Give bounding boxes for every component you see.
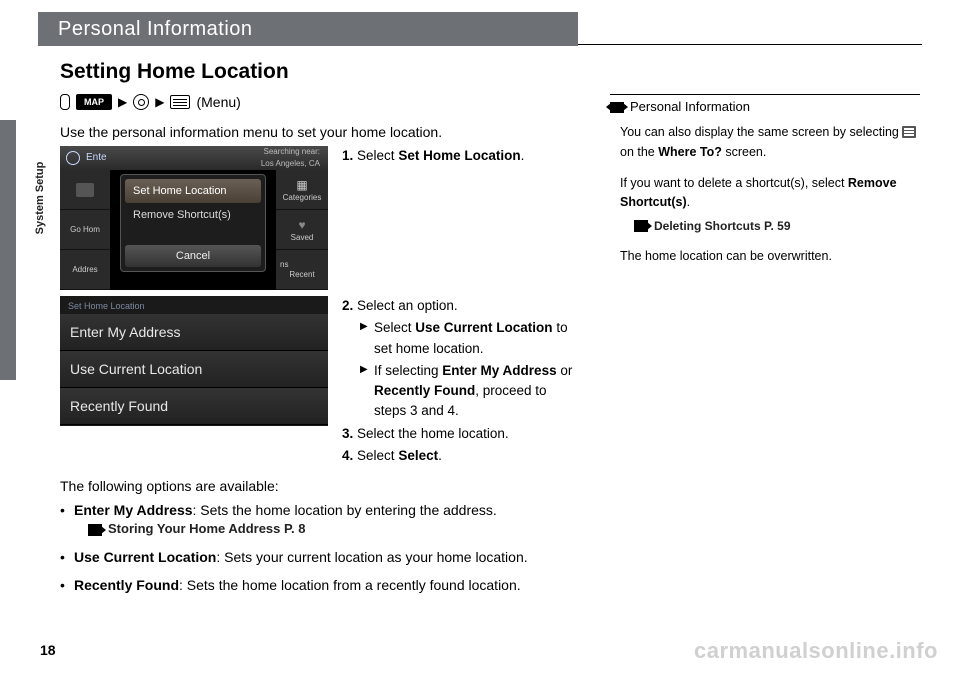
option-1-text: : Sets the home location by entering the…: [193, 502, 497, 518]
knob-icon: [60, 94, 70, 110]
categories-label: Categories: [283, 193, 322, 202]
shot2-head: Set Home Location: [60, 296, 328, 314]
step-2-num: 2.: [342, 298, 353, 313]
recent-ns: ns: [280, 260, 288, 269]
screenshot-popup: Ente Searching near: Los Angeles, CA Go …: [60, 146, 328, 290]
search-hint-1: Searching near:: [261, 146, 320, 158]
map-button-icon: MAP: [76, 94, 112, 110]
breadcrumb: MAP ▶ ▶ (Menu): [60, 94, 580, 110]
option-use-current: Use Current Location: Sets your current …: [60, 547, 580, 567]
intro-text: Use the personal information menu to set…: [60, 124, 580, 140]
step-2b-pre: If selecting: [374, 363, 442, 378]
chapter-title: Personal Information: [38, 12, 578, 46]
step-4-end: .: [438, 448, 442, 463]
popup-menu: Set Home Location Remove Shortcut(s) Can…: [120, 174, 266, 272]
step-2a-pre: Select: [374, 320, 415, 335]
xref-icon: [634, 220, 648, 232]
notes-p2a: If you want to delete a shortcut(s), sel…: [620, 176, 848, 190]
notes-head-icon: [610, 102, 624, 113]
step-2a-bold: Use Current Location: [415, 320, 552, 335]
recent-label: Recent: [289, 270, 314, 279]
notes-p2: If you want to delete a shortcut(s), sel…: [620, 174, 920, 213]
notes-p2c: .: [687, 195, 690, 209]
go-home-label: Go Hom: [70, 225, 100, 234]
heart-icon: ♥: [298, 218, 305, 232]
step-4-pre: Select: [357, 448, 398, 463]
notes-p1c: Where To?: [658, 145, 722, 159]
xref-1-label: Storing Your Home Address: [108, 521, 280, 536]
side-tab-label: System Setup: [34, 148, 46, 248]
notes-heading: Personal Information: [610, 94, 920, 117]
section-title: Setting Home Location: [60, 60, 580, 84]
step-2b-mid: or: [557, 363, 573, 378]
step-4-num: 4.: [342, 448, 353, 463]
page-number: 18: [40, 642, 56, 658]
watermark: carmanualsonline.info: [694, 638, 938, 664]
shot2-use-current[interactable]: Use Current Location: [60, 351, 328, 388]
hamburger-icon: [902, 126, 916, 138]
step-4-bold: Select: [398, 448, 438, 463]
screenshot-set-home: Set Home Location Enter My Address Use C…: [60, 296, 328, 426]
xref-storing-home: Storing Your Home Address P. 8: [88, 520, 580, 539]
notes-p1: You can also display the same screen by …: [620, 123, 920, 162]
address-label: Addres: [72, 265, 97, 274]
option-3-bold: Recently Found: [74, 577, 179, 593]
option-enter-address: Enter My Address: Sets the home location…: [60, 500, 580, 539]
step-2b-b1: Enter My Address: [442, 363, 556, 378]
notes-xref-label: Deleting Shortcuts: [654, 219, 761, 233]
search-hint-2: Los Angeles, CA: [261, 158, 320, 170]
step-1-end: .: [521, 148, 525, 163]
shot2-recently-found[interactable]: Recently Found: [60, 388, 328, 425]
notes-p1d: screen.: [722, 145, 766, 159]
search-icon: [133, 94, 149, 110]
option-recently-found: Recently Found: Sets the home location f…: [60, 575, 580, 595]
search-field-text: Ente: [86, 152, 107, 163]
arrow-icon: ▶: [155, 95, 164, 109]
option-3-text: : Sets the home location from a recently…: [179, 577, 521, 593]
arrow-icon: ▶: [118, 95, 127, 109]
option-2-bold: Use Current Location: [74, 549, 216, 565]
popup-cancel[interactable]: Cancel: [125, 245, 261, 267]
home-icon: [76, 183, 94, 197]
step-1-pre: Select: [357, 148, 398, 163]
notes-xref-page: P. 59: [761, 219, 791, 233]
header-rule: [578, 44, 922, 45]
step-2b-b2: Recently Found: [374, 383, 475, 398]
notes-p3: The home location can be overwritten.: [620, 247, 920, 266]
option-1-bold: Enter My Address: [74, 502, 193, 518]
step-1-bold: Set Home Location: [398, 148, 520, 163]
side-tab: [0, 120, 16, 380]
xref-deleting-shortcuts: Deleting Shortcuts P. 59: [634, 217, 920, 236]
menu-icon: [170, 95, 190, 109]
option-2-text: : Sets your current location as your hom…: [216, 549, 527, 565]
popup-remove-shortcut[interactable]: Remove Shortcut(s): [125, 203, 261, 227]
saved-label: Saved: [291, 233, 314, 242]
notes-head-text: Personal Information: [630, 97, 750, 117]
xref-1-page: P. 8: [280, 521, 305, 536]
step-3-num: 3.: [342, 426, 353, 441]
step-3-text: Select the home location.: [357, 426, 509, 441]
step-1-num: 1.: [342, 148, 353, 163]
notes-p1b: on the: [620, 145, 658, 159]
step-2-text: Select an option.: [357, 298, 458, 313]
options-intro: The following options are available:: [60, 478, 580, 494]
popup-set-home[interactable]: Set Home Location: [125, 179, 261, 203]
xref-icon: [88, 524, 102, 536]
notes-p1a: You can also display the same screen by …: [620, 125, 902, 139]
shot2-enter-address[interactable]: Enter My Address: [60, 314, 328, 351]
breadcrumb-menu-label: (Menu): [196, 94, 240, 110]
